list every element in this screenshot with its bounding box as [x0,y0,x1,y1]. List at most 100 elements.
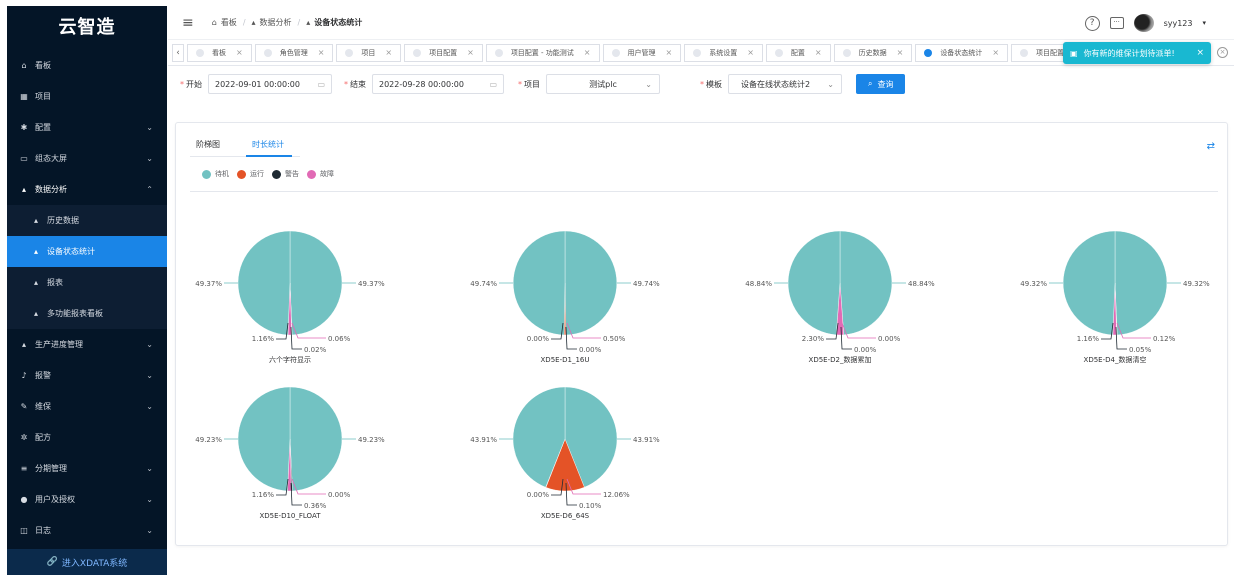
chart-icon: ▴ [33,216,38,225]
sidebar-item[interactable]: ♪ 报警 ⌄ [7,360,167,391]
pie-slice[interactable] [839,230,893,336]
chart-icon: ▴ [21,340,26,349]
end-date-field[interactable]: 2022-09-28 00:00:00 ▭ [372,74,504,94]
pie-value-label: 0.02% [304,346,327,354]
sidebar-item-label: 项目 [35,92,51,101]
tab-item[interactable]: 项目配置 × [404,43,483,62]
tab-dot-icon [196,48,204,57]
sidebar-item-label: 设备状态统计 [47,247,95,256]
tab-item[interactable]: 配置 × [765,43,831,62]
chart-icon: ▴ [251,18,256,27]
tab-label: 项目配置 - 功能测试 [510,48,574,57]
pie-slice[interactable] [289,230,343,336]
help-icon[interactable]: ? [1084,15,1100,31]
sidebar-item[interactable]: ▴ 生产进度管理 ⌄ [7,329,167,360]
pie-title: 六个字符显示 [269,355,311,364]
sidebar-item[interactable]: ▴ 历史数据 [7,205,167,236]
tab-item[interactable]: 角色管理 × [254,43,334,62]
menu-toggle-icon[interactable]: ≡ [182,15,194,31]
pie-value-label: 43.91% [633,436,660,444]
pie-slice[interactable] [289,386,343,492]
sidebar-item[interactable]: ✎ 维保 ⌄ [7,391,167,422]
tab-item[interactable]: 项目配置 - 功能测试 × [485,43,600,62]
sidebar-item-label: 配方 [35,433,51,442]
chevron-icon: ⌄ [146,371,153,380]
pie-slice[interactable] [237,386,291,492]
start-date-field[interactable]: 2022-09-01 00:00:00 ▭ [208,74,332,94]
sidebar-item-label: 报警 [35,371,51,380]
maintenance-notice[interactable]: ▣ 你有新的维保计划待派单! × [1063,42,1211,64]
sidebar-item[interactable]: ≡ 分期管理 ⌄ [7,453,167,484]
tab-item[interactable]: 看板 × [187,43,252,62]
pie-slice[interactable] [1114,230,1168,336]
tab-label: 项目配置 [1036,48,1065,57]
app-logo: 云智造 [58,17,116,38]
sidebar-item[interactable]: ◫ 日志 ⌄ [7,515,167,546]
sidebar-item[interactable]: ▴ 报表 [7,267,167,298]
template-select[interactable]: 设备在线状态统计2 ⌄ [728,74,842,94]
xdata-link[interactable]: 🔗 进入XDATA系统 [7,549,167,575]
pie-slice[interactable] [1062,230,1116,336]
sidebar-item[interactable]: ⌂ 看板 [7,50,167,81]
bell-icon: ♪ [21,371,27,380]
pie-title: XD5E-D1_16U [541,356,590,364]
pie-value-label: 0.00% [854,346,877,354]
sidebar-item[interactable]: ▴ 设备状态统计 [7,236,167,267]
avatar[interactable] [1133,14,1154,32]
pie-slice[interactable] [237,230,291,336]
tab-item[interactable]: 用户管理 × [602,43,682,62]
close-icon[interactable]: × [666,48,673,57]
pie-value-label: 0.36% [304,502,327,510]
tab-label: 项目配置 [429,48,458,57]
project-label: 项目 [524,79,540,89]
pie-value-label: 49.37% [195,280,222,288]
chart-icon: ▴ [306,18,311,27]
calendar-icon: ▭ [317,79,325,89]
tab-dot-icon [413,48,422,57]
close-icon[interactable]: × [385,48,392,57]
query-button-label: 查询 [877,79,894,89]
close-all-tabs-icon[interactable]: × [1217,47,1228,58]
tab-item[interactable]: 系统设置 × [684,43,763,62]
sidebar-item[interactable]: ▴ 数据分析 ⌃ [7,174,167,205]
close-icon[interactable]: × [747,48,754,57]
sidebar-item[interactable]: ● 用户及授权 ⌄ [7,484,167,515]
tab-dot-icon [611,48,620,57]
close-icon[interactable]: × [467,48,474,57]
close-icon[interactable]: × [897,48,904,57]
tabs-scroll-left-icon[interactable]: ‹ [172,43,184,62]
chevron-down-icon[interactable]: ▾ [1202,19,1206,27]
pie-value-label: 0.10% [579,502,602,510]
chevron-icon: ⌄ [146,495,153,504]
close-icon[interactable]: × [992,48,999,57]
breadcrumb-analysis[interactable]: 数据分析 [260,17,292,28]
tab-item[interactable]: 项目 × [336,43,402,62]
close-icon[interactable]: × [236,48,243,57]
pie-slice[interactable] [564,230,617,336]
pie-value-label: 0.00% [527,491,550,499]
close-icon[interactable]: × [815,48,822,57]
sidebar-item[interactable]: ✲ 配方 [7,422,167,453]
sidebar-item[interactable]: ▭ 组态大屏 ⌄ [7,143,167,174]
sidebar-item-label: 分期管理 [35,464,67,473]
project-select[interactable]: 测试plc ⌄ [546,74,660,94]
tab-item[interactable]: 历史数据 × [833,43,913,62]
pie-value-label: 49.74% [470,280,497,288]
close-icon[interactable]: × [318,48,325,57]
breadcrumb-home[interactable]: 看板 [221,17,237,28]
template-label: 模板 [706,79,722,89]
notice-close-icon[interactable]: × [1196,48,1204,58]
pie-slice[interactable] [513,230,566,336]
sidebar-item[interactable]: ▴ 多功能报表看板 [7,298,167,329]
tab-item[interactable]: 设备状态统计 × [915,43,1009,62]
tab-dot-icon [774,48,783,57]
query-button[interactable]: ⌕ 查询 [856,74,906,94]
user-name[interactable]: syy123 [1164,19,1193,28]
sidebar-item[interactable]: ✱ 配置 ⌄ [7,112,167,143]
close-icon[interactable]: × [584,48,591,57]
sidebar: 云智造 ⌂ 看板 ▦ 项目 ✱ 配置 ⌄ ▭ 组态大屏 ⌄ ▴ 数据分析 ⌃ ▴ 历史数据 ▴ 设备状态统计 ▴ 报… [7,6,167,575]
pie-slice[interactable] [787,230,841,336]
pie-value-label: 0.50% [603,335,626,343]
sidebar-item[interactable]: ▦ 项目 [7,81,167,112]
message-icon[interactable]: ··· [1109,17,1124,29]
